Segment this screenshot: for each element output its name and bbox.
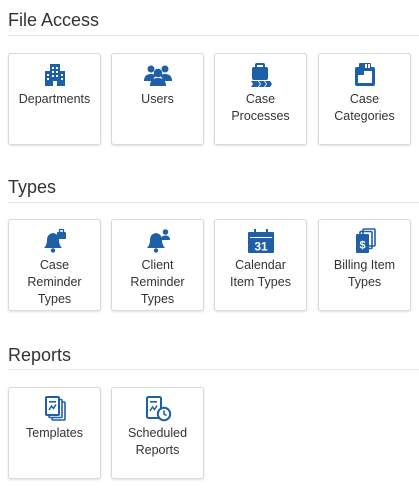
case-reminder-icon bbox=[9, 228, 100, 254]
tile-case-reminder-types[interactable]: Case Reminder Types bbox=[8, 219, 101, 311]
section-divider bbox=[8, 202, 419, 203]
tile-scheduled-reports[interactable]: Scheduled Reports bbox=[111, 387, 204, 479]
tile-label: Departments bbox=[18, 92, 91, 106]
tile-users[interactable]: Users bbox=[111, 53, 204, 145]
tile-client-reminder-types[interactable]: Client Reminder Types bbox=[111, 219, 204, 311]
users-icon bbox=[112, 62, 203, 88]
tile-label: Calendar Item Types bbox=[230, 258, 291, 289]
billing-icon: $ bbox=[319, 228, 410, 254]
section-divider bbox=[8, 369, 419, 370]
case-category-icon bbox=[319, 62, 410, 88]
client-reminder-icon bbox=[112, 228, 203, 254]
calendar-icon: 31 bbox=[215, 228, 306, 254]
section-title-types: Types bbox=[8, 177, 57, 197]
tile-calendar-item-types[interactable]: 31 Calendar Item Types bbox=[214, 219, 307, 311]
tile-departments[interactable]: Departments bbox=[8, 53, 101, 145]
tile-label: Scheduled Reports bbox=[127, 426, 188, 457]
building-icon bbox=[9, 62, 100, 88]
tile-label: Case Processes bbox=[231, 92, 290, 123]
tile-label: Case Reminder Types bbox=[27, 258, 82, 306]
tile-label: Client Reminder Types bbox=[130, 258, 185, 306]
calendar-date-text: 31 bbox=[254, 240, 268, 254]
billing-symbol-text: $ bbox=[359, 240, 365, 252]
section-title-file-access: File Access bbox=[8, 10, 100, 30]
tile-billing-item-types[interactable]: $ Billing Item Types bbox=[318, 219, 411, 311]
tile-case-processes[interactable]: Case Processes bbox=[214, 53, 307, 145]
briefcase-process-icon bbox=[215, 62, 306, 88]
scheduled-report-icon bbox=[112, 396, 203, 422]
tile-label: Templates bbox=[26, 426, 83, 440]
section-divider bbox=[8, 35, 419, 36]
templates-icon bbox=[9, 396, 100, 422]
tile-templates[interactable]: Templates bbox=[8, 387, 101, 479]
section-title-reports: Reports bbox=[8, 345, 72, 365]
tile-case-categories[interactable]: Case Categories bbox=[318, 53, 411, 145]
tile-label: Users bbox=[141, 92, 174, 106]
tile-label: Billing Item Types bbox=[333, 258, 396, 289]
tile-label: Case Categories bbox=[334, 92, 395, 123]
